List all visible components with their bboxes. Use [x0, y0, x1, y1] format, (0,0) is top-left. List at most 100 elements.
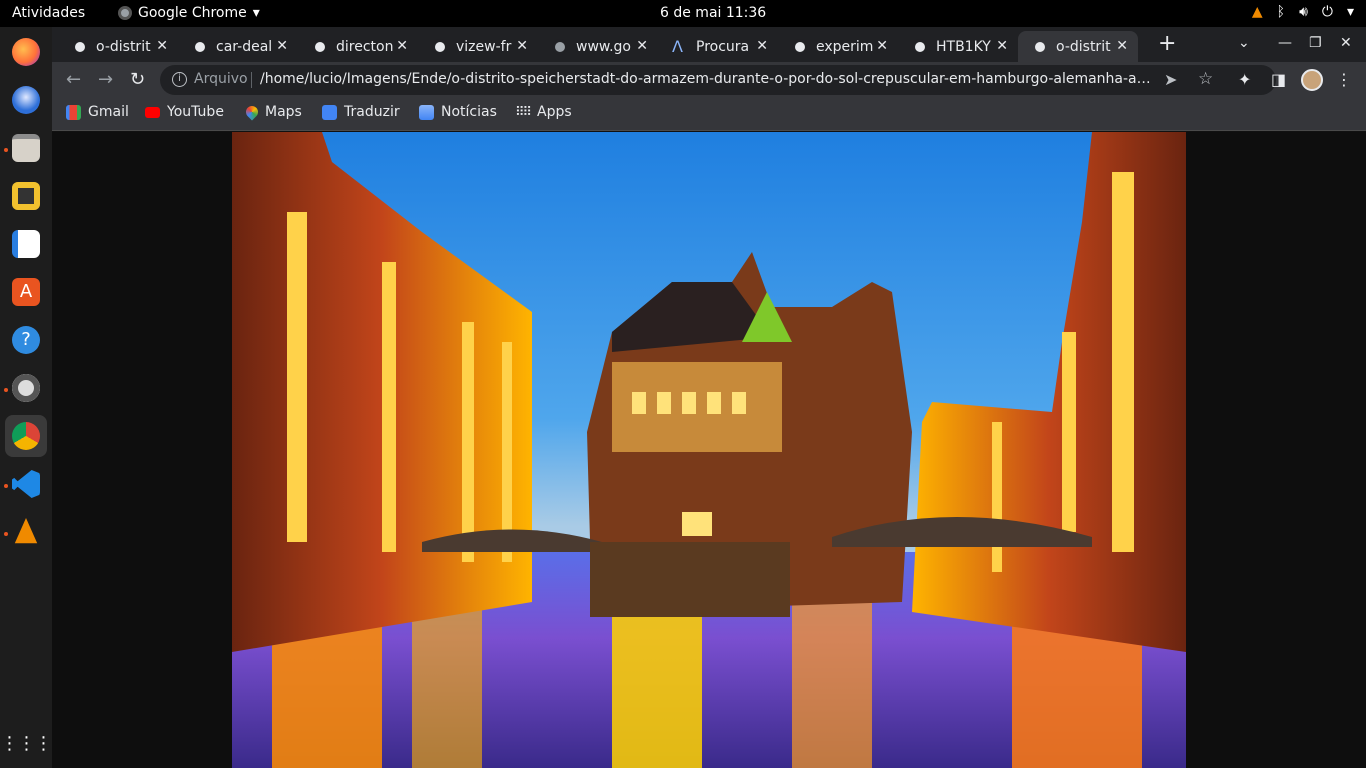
globe-icon: [912, 38, 928, 55]
bookmarks-bar: Gmail YouTube Maps Traduzir Notícias ⠿⠿ …: [52, 98, 1366, 131]
gnome-top-bar: Atividades Google Chrome ▾ 6 de mai 11:3…: [0, 0, 1366, 27]
avatar[interactable]: [1301, 69, 1323, 91]
close-icon[interactable]: ✕: [516, 38, 528, 54]
restore-button[interactable]: ❐: [1309, 35, 1322, 51]
info-icon[interactable]: i: [172, 72, 187, 87]
tab-title: Procura: [696, 38, 750, 55]
photo-canvas: [232, 132, 1186, 768]
close-icon[interactable]: ✕: [396, 38, 408, 54]
dock-vscode[interactable]: [5, 463, 47, 505]
chrome-app-icon: [118, 6, 132, 20]
bookmark-label: Gmail: [88, 104, 129, 120]
url-text[interactable]: /home/lucio/Imagens/Ende/o-distrito-spei…: [260, 71, 1155, 87]
tab-search-icon[interactable]: ⌄: [1238, 35, 1250, 51]
tab-title: HTB1KY: [936, 38, 991, 55]
dock-software[interactable]: A: [5, 271, 47, 313]
tab[interactable]: HTB1KY ✕: [898, 31, 1018, 62]
youtube-icon: [145, 106, 160, 118]
close-window-button[interactable]: ✕: [1340, 35, 1352, 51]
dock-thunderbird[interactable]: [5, 79, 47, 121]
close-icon[interactable]: ✕: [276, 38, 288, 54]
globe-icon: [792, 38, 808, 55]
volume-icon[interactable]: 🔊︎: [1299, 4, 1308, 20]
foundation: [590, 542, 790, 617]
tab-strip: o-distrit ✕ car-deal ✕ directon ✕ vizew-…: [52, 27, 1366, 62]
dock-vlc[interactable]: [5, 511, 47, 553]
close-icon[interactable]: ✕: [996, 38, 1008, 54]
bookmark-maps[interactable]: Maps: [243, 103, 302, 121]
system-tray[interactable]: ▲ ᛒ 🔊︎ ⏻ ▾: [1252, 4, 1354, 20]
send-to-devices-icon[interactable]: ➤: [1164, 70, 1177, 89]
browser-toolbar: ← → ↻ i Arquivo /home/lucio/Imagens/Ende…: [52, 62, 1366, 98]
bookmark-news[interactable]: Notícias: [419, 104, 497, 120]
dock-files[interactable]: [5, 127, 47, 169]
forward-button[interactable]: →: [98, 69, 113, 90]
bookmark-apps[interactable]: ⠿⠿ Apps: [515, 104, 572, 120]
speicherstadt-photo[interactable]: [232, 132, 1186, 768]
bookmark-gmail[interactable]: Gmail: [66, 104, 129, 120]
globe-icon: [552, 38, 568, 55]
tab[interactable]: vizew-fr ✕: [418, 31, 538, 62]
side-panel-icon[interactable]: ◨: [1271, 70, 1286, 89]
reload-button[interactable]: ↻: [130, 69, 145, 90]
chrome-icon: [12, 422, 40, 450]
vscode-icon: [12, 470, 40, 498]
close-icon[interactable]: ✕: [876, 38, 888, 54]
globe-icon: [192, 38, 208, 55]
help-icon: ?: [12, 326, 40, 354]
bookmark-youtube[interactable]: YouTube: [145, 104, 224, 120]
bookmark-star-icon[interactable]: ☆: [1198, 69, 1213, 89]
divider: [251, 72, 252, 88]
clock[interactable]: 6 de mai 11:36: [660, 5, 766, 21]
gmail-icon: [66, 104, 81, 120]
firefox-icon: [12, 38, 40, 66]
tab[interactable]: www.go ✕: [538, 31, 658, 62]
dock-rhythmbox[interactable]: [5, 175, 47, 217]
page-content: [52, 132, 1366, 768]
tab-title: directon: [336, 38, 394, 55]
minimize-button[interactable]: —: [1278, 35, 1292, 51]
kebab-menu-icon[interactable]: ⋮: [1336, 70, 1352, 89]
bookmark-label: Traduzir: [344, 104, 400, 120]
tab[interactable]: experim ✕: [778, 31, 898, 62]
dock-settings[interactable]: [5, 367, 47, 409]
dock-firefox[interactable]: [5, 31, 47, 73]
close-icon[interactable]: ✕: [1116, 38, 1128, 54]
tab-active[interactable]: o-distrit ✕: [1018, 31, 1138, 62]
tab[interactable]: o-distrit ✕: [58, 31, 178, 62]
dock-writer[interactable]: [5, 223, 47, 265]
chevron-down-icon[interactable]: ▾: [1347, 4, 1354, 20]
tab[interactable]: directon ✕: [298, 31, 418, 62]
vlc-tray-icon[interactable]: ▲: [1252, 4, 1263, 20]
bookmark-label: YouTube: [167, 104, 224, 120]
tab[interactable]: car-deal ✕: [178, 31, 298, 62]
bluetooth-icon[interactable]: ᛒ: [1277, 4, 1285, 20]
address-bar[interactable]: i Arquivo /home/lucio/Imagens/Ende/o-dis…: [160, 65, 1276, 95]
bookmark-translate[interactable]: Traduzir: [322, 104, 400, 120]
dock-chrome[interactable]: [5, 415, 47, 457]
close-icon[interactable]: ✕: [636, 38, 648, 54]
new-tab-button[interactable]: +: [1158, 33, 1176, 55]
rhythmbox-icon: [12, 182, 40, 210]
globe-icon: [312, 38, 328, 55]
chevron-down-icon: ▾: [252, 5, 260, 21]
tab[interactable]: Λ Procura ✕: [658, 31, 778, 62]
thunderbird-icon: [12, 86, 40, 114]
app-name: Google Chrome: [138, 5, 247, 21]
maps-pin-icon: [243, 103, 261, 121]
close-icon[interactable]: ✕: [756, 38, 768, 54]
show-applications-button[interactable]: ⋮⋮⋮: [1, 722, 53, 764]
tab-title: www.go: [576, 38, 631, 55]
dock: A ? ⋮⋮⋮: [0, 27, 53, 768]
url-scheme-chip: Arquivo: [194, 71, 248, 87]
translate-icon: [322, 104, 337, 120]
power-icon[interactable]: ⏻: [1322, 4, 1333, 20]
dock-help[interactable]: ?: [5, 319, 47, 361]
extensions-icon[interactable]: ✦: [1238, 70, 1251, 89]
close-icon[interactable]: ✕: [156, 38, 168, 54]
procura-favicon-icon: Λ: [672, 37, 683, 56]
app-menu[interactable]: Google Chrome ▾: [118, 5, 260, 21]
back-button[interactable]: ←: [66, 69, 81, 90]
apps-grid-icon: ⠿⠿: [515, 104, 532, 120]
activities-button[interactable]: Atividades: [12, 5, 85, 21]
